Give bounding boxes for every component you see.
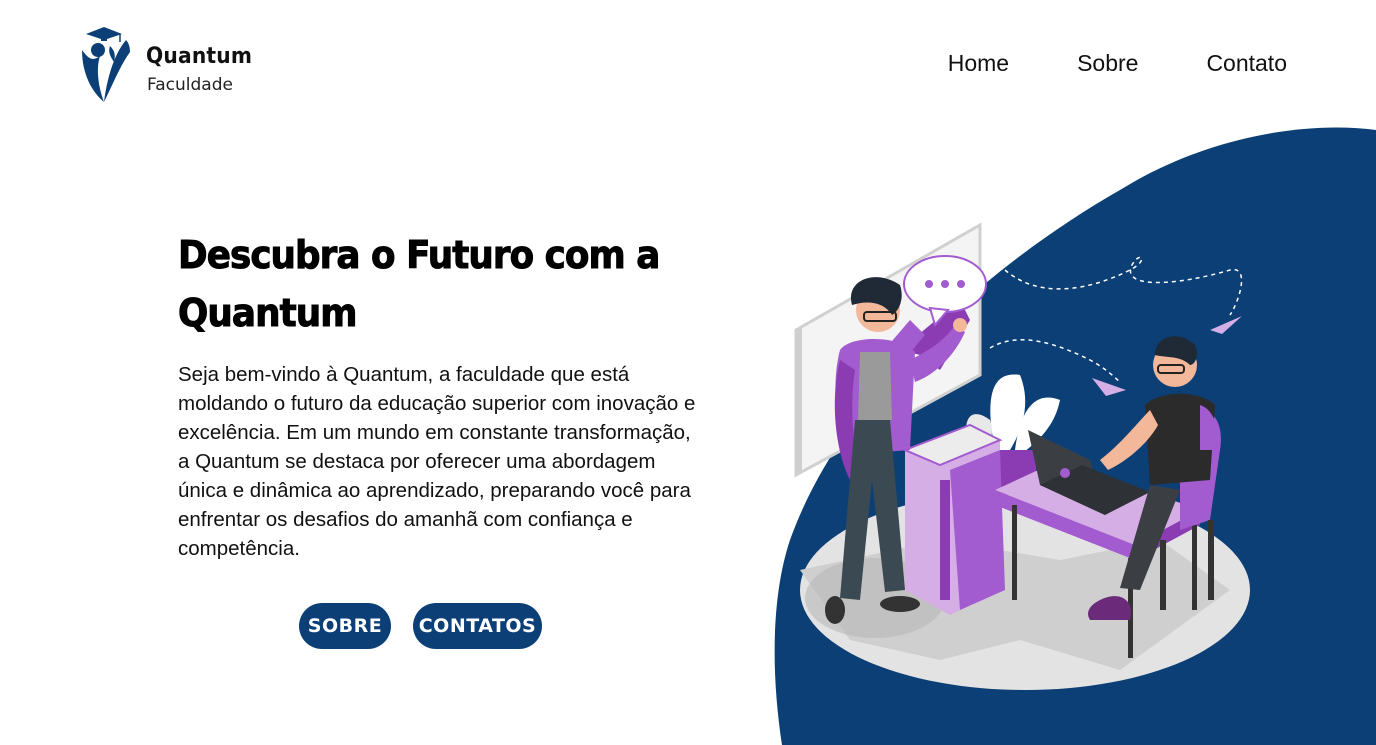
nav-home[interactable]: Home	[948, 50, 1009, 77]
hero-description: Seja bem-vindo à Quantum, a faculdade qu…	[178, 363, 696, 560]
sobre-button[interactable]: SOBRE	[299, 603, 391, 649]
main-nav: Home Sobre Contato	[948, 50, 1287, 77]
books-stack	[902, 423, 1005, 615]
logo-subtitle: Faculdade	[147, 75, 233, 95]
graduate-cap-logo-icon	[82, 27, 130, 102]
nav-sobre[interactable]: Sobre	[1077, 50, 1138, 77]
nav-contato[interactable]: Contato	[1206, 50, 1287, 77]
hero-title: Descubra o Futuro com a Quantum	[178, 233, 661, 336]
contatos-button[interactable]: CONTATOS	[413, 603, 542, 649]
landing-page: Quantum Faculdade Home Sobre Contato Des…	[0, 0, 1376, 745]
logo-title: Quantum	[146, 44, 253, 69]
logo[interactable]: Quantum Faculdade	[80, 26, 280, 106]
hero-illustration	[774, 127, 1376, 745]
